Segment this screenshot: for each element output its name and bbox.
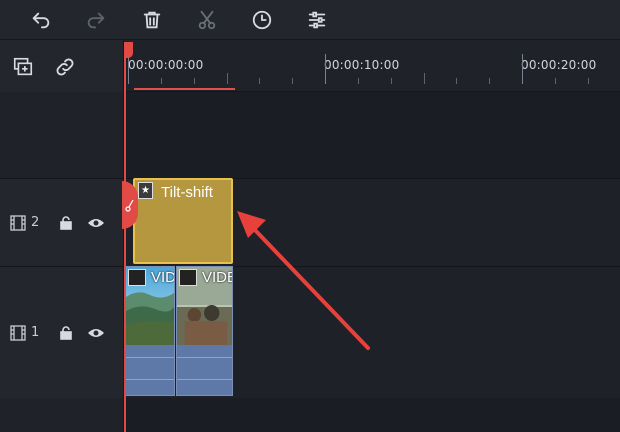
annotation-arrow: [237, 211, 370, 350]
timeline-editor: 00:00:00:00 00:00:10:00 00:00:20:00 2 1 …: [0, 0, 620, 432]
